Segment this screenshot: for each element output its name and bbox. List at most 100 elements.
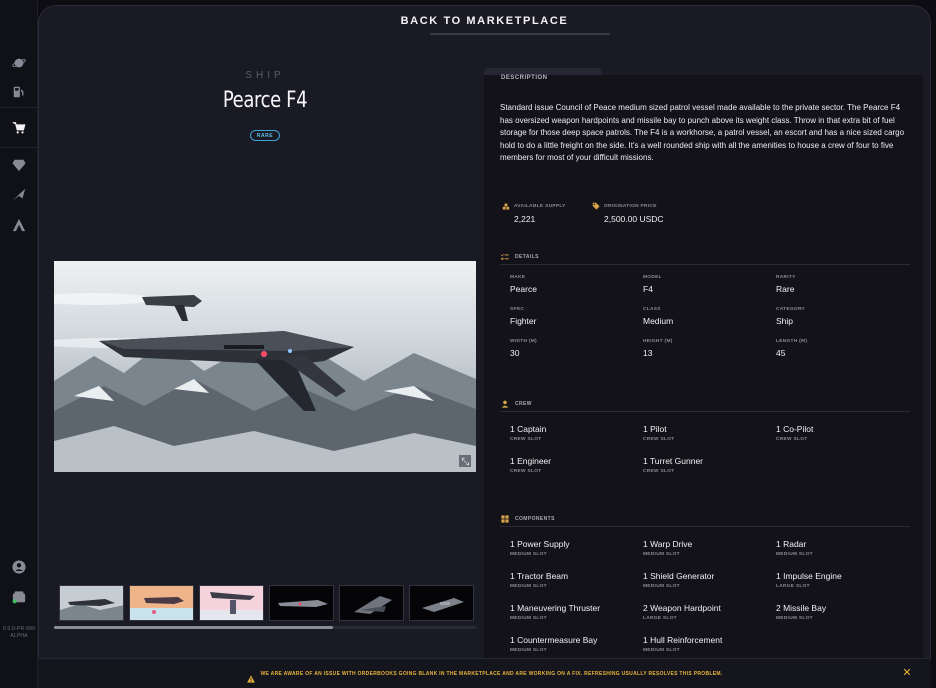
rail-group-assets	[0, 150, 38, 240]
crew-captain: 1 Captain CREW SLOT	[510, 424, 640, 442]
components-divider	[500, 526, 910, 527]
details-heading-label: DETAILS	[515, 254, 539, 260]
component-value: 2 Missile Bay	[776, 603, 827, 613]
crew-slot: CREW SLOT	[643, 437, 675, 442]
detail-rarity: RARITY Rare	[776, 275, 906, 294]
detail-key: MAKE	[510, 275, 526, 280]
warning-banner: WE ARE AWARE OF AN ISSUE WITH ORDERBOOKS…	[38, 658, 931, 688]
supply-label: AVAILABLE SUPPLY	[514, 203, 566, 209]
detail-value: Pearce	[510, 284, 537, 294]
diamond-icon[interactable]	[10, 156, 28, 174]
component-slot: LARGE SLOT	[776, 584, 810, 589]
thumbnail-scrollbar-thumb[interactable]	[54, 626, 333, 629]
detail-value: 30	[510, 348, 520, 358]
component-warp-drive: 1 Warp Drive MEDIUM SLOT	[643, 539, 773, 557]
thumbnail-2[interactable]	[129, 585, 194, 621]
warning-message: WE ARE AWARE OF AN ISSUE WITH ORDERBOOKS…	[260, 670, 723, 677]
component-value: 1 Maneuvering Thruster	[510, 603, 601, 613]
component-slot: MEDIUM SLOT	[510, 648, 547, 653]
detail-value: 45	[776, 348, 786, 358]
component-value: 1 Tractor Beam	[510, 571, 569, 581]
component-value: 1 Power Supply	[510, 539, 570, 549]
detail-spec: SPEC Fighter	[510, 307, 640, 326]
ship-name: Pearce F4	[222, 88, 308, 113]
crew-turret-gunner: 1 Turret Gunner CREW SLOT	[643, 456, 773, 474]
rarity-badge: RARE	[250, 130, 280, 141]
crew-slot: CREW SLOT	[510, 437, 542, 442]
detail-key: LENGTH (M)	[776, 339, 808, 344]
crew-slot: CREW SLOT	[776, 437, 808, 442]
component-power-supply: 1 Power Supply MEDIUM SLOT	[510, 539, 640, 557]
warning-icon	[246, 670, 255, 683]
description-heading: DESCRIPTION	[501, 75, 548, 81]
component-shield-generator: 1 Shield Generator MEDIUM SLOT	[643, 571, 773, 589]
list-check-icon	[501, 253, 509, 260]
crew-co-pilot: 1 Co-Pilot CREW SLOT	[776, 424, 906, 442]
expand-icon	[461, 457, 469, 465]
crew-person-icon	[501, 400, 509, 408]
crew-divider	[500, 411, 910, 412]
app-root: 0.0.0-PR-999 ALPHA BACK TO MARKETPLACE S…	[0, 0, 936, 688]
crew-heading: CREW	[501, 400, 532, 408]
origination-price: ORIGINATION PRICE 2,500.00 USDC	[592, 202, 664, 224]
left-rail: 0.0.0-PR-999 ALPHA	[0, 0, 38, 688]
atlas-icon[interactable]	[10, 216, 28, 234]
thumbnail-4[interactable]	[269, 585, 334, 621]
component-tractor-beam: 1 Tractor Beam MEDIUM SLOT	[510, 571, 640, 589]
ship-icon[interactable]	[10, 186, 28, 204]
component-slot: MEDIUM SLOT	[643, 552, 680, 557]
crew-value: 1 Engineer	[510, 456, 552, 466]
planet-icon[interactable]	[10, 54, 28, 72]
close-banner-button[interactable]: ✕	[902, 668, 912, 679]
component-missile-bay: 2 Missile Bay MEDIUM SLOT	[776, 603, 906, 621]
wallet-icon[interactable]	[10, 588, 28, 606]
ship-description: Standard issue Council of Peace medium s…	[500, 103, 905, 162]
detail-key: RARITY	[776, 275, 796, 280]
crew-slot: CREW SLOT	[510, 469, 542, 474]
detail-value: Medium	[643, 316, 674, 326]
component-slot: MEDIUM SLOT	[510, 552, 547, 557]
supply-icon	[502, 203, 510, 210]
component-slot: MEDIUM SLOT	[643, 648, 680, 653]
detail-value: 13	[643, 348, 653, 358]
rail-group-market	[0, 108, 38, 148]
price-tag-icon	[592, 202, 600, 210]
components-heading-label: COMPONENTS	[515, 516, 555, 522]
component-slot: MEDIUM SLOT	[776, 616, 813, 621]
thumbnail-6[interactable]	[409, 585, 474, 621]
price-value: 2,500.00 USDC	[604, 214, 664, 224]
components-grid-icon	[501, 515, 509, 523]
top-bar: BACK TO MARKETPLACE	[38, 5, 931, 37]
component-value: 1 Countermeasure Bay	[510, 635, 598, 645]
detail-value: Fighter	[510, 316, 537, 326]
fuel-pump-icon[interactable]	[10, 84, 28, 102]
user-icon[interactable]	[10, 558, 28, 576]
detail-class: CLASS Medium	[643, 307, 773, 326]
component-slot: MEDIUM SLOT	[510, 616, 547, 621]
detail-make: MAKE Pearce	[510, 275, 640, 294]
detail-category: CATEGORY Ship	[776, 307, 906, 326]
detail-key: CATEGORY	[776, 307, 806, 312]
detail-value: Rare	[776, 284, 795, 294]
detail-key: MODEL	[643, 275, 662, 280]
thumbnail-1[interactable]	[59, 585, 124, 621]
component-radar: 1 Radar MEDIUM SLOT	[776, 539, 906, 557]
thumbnail-scrollbar[interactable]	[54, 626, 476, 629]
back-to-marketplace-button[interactable]: BACK TO MARKETPLACE	[401, 15, 569, 27]
component-impulse-engine: 1 Impulse Engine LARGE SLOT	[776, 571, 906, 589]
thumbnail-5[interactable]	[339, 585, 404, 621]
ship-hero-image[interactable]	[54, 261, 476, 472]
detail-model: MODEL F4	[643, 275, 773, 294]
details-divider	[500, 264, 910, 265]
thumbnail-3[interactable]	[199, 585, 264, 621]
component-countermeasure-bay: 1 Countermeasure Bay MEDIUM SLOT	[510, 635, 640, 653]
detail-value: F4	[643, 284, 653, 294]
cart-icon[interactable]	[10, 119, 28, 137]
detail-key: WIDTH (M)	[510, 339, 537, 344]
detail-width: WIDTH (M) 30	[510, 339, 640, 358]
crew-slot: CREW SLOT	[643, 469, 675, 474]
component-slot: MEDIUM SLOT	[643, 584, 680, 589]
expand-image-button[interactable]	[459, 455, 471, 467]
rail-group-account	[0, 552, 38, 612]
component-value: 1 Shield Generator	[643, 571, 715, 581]
